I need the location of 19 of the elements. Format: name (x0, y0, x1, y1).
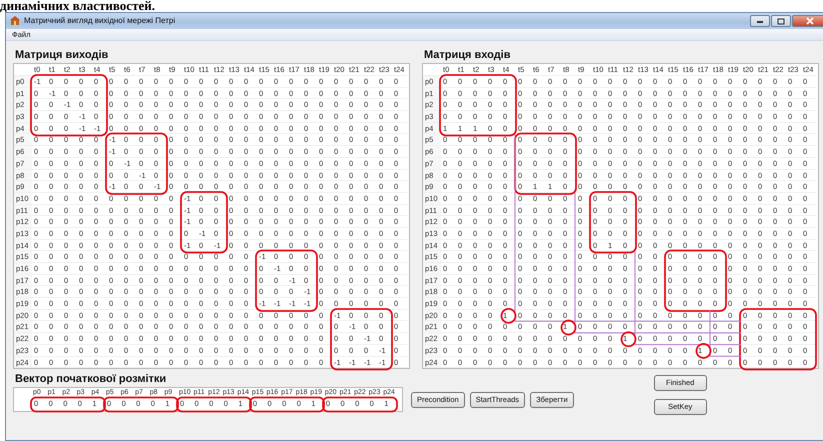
highlight-outline (255, 250, 318, 312)
window-title: Матричний вигляд вихідної мережі Петрі (24, 15, 176, 27)
highlight-outline (105, 132, 168, 195)
close-icon (806, 17, 814, 25)
maximize-icon (777, 18, 785, 24)
minimize-icon (756, 19, 764, 23)
section-heading: Матриця виходів (14, 49, 110, 63)
section-heading: Вектор початкової розмітки (14, 373, 168, 388)
highlight-outline (589, 191, 637, 254)
maximize-button[interactable] (771, 15, 791, 27)
app-icon (10, 16, 20, 26)
close-button[interactable] (792, 15, 823, 27)
section-heading: Матриця входів (423, 49, 512, 63)
caption-text: динамічних властивостей. (0, 0, 156, 12)
minimize-button[interactable] (750, 15, 770, 27)
highlight-outline (180, 191, 228, 254)
highlight-outline (664, 250, 727, 312)
highlight-outline (330, 308, 393, 370)
highlight-outline (514, 132, 577, 195)
